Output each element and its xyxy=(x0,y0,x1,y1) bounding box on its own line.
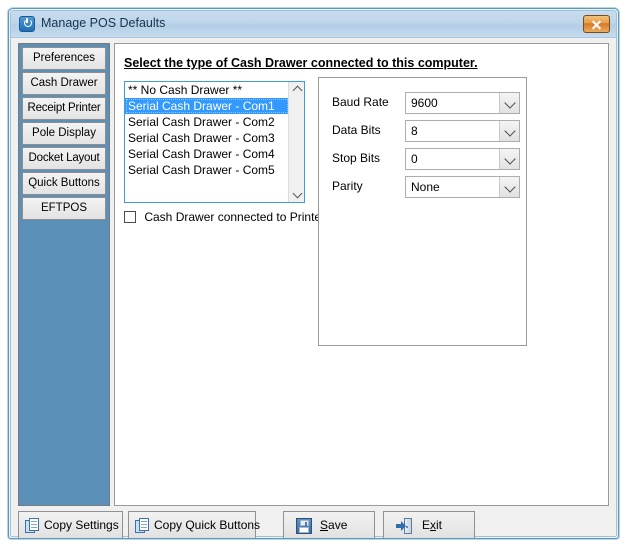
printer-checkbox-row[interactable]: Cash Drawer connected to Printer xyxy=(124,210,325,226)
sidebar-item-quick-buttons[interactable]: Quick Buttons xyxy=(22,172,106,195)
cash-drawer-list-items: ** No Cash Drawer ** Serial Cash Drawer … xyxy=(125,82,289,178)
stop-bits-select[interactable]: 0 xyxy=(405,148,520,170)
scroll-up-icon[interactable] xyxy=(289,82,304,98)
parity-select[interactable]: None xyxy=(405,176,520,198)
sidebar-item-eftpos[interactable]: EFTPOS xyxy=(22,197,106,220)
stop-bits-label: Stop Bits xyxy=(332,151,381,165)
data-bits-value: 8 xyxy=(411,124,418,138)
manage-pos-defaults-window: Manage POS Defaults Preferences Cash Dra… xyxy=(8,8,619,539)
sidebar-item-receipt-printer[interactable]: Receipt Printer xyxy=(22,97,106,120)
page-title: Select the type of Cash Drawer connected… xyxy=(124,56,478,70)
sidebar-item-pole-display[interactable]: Pole Display xyxy=(22,122,106,145)
exit-label: Exit xyxy=(422,518,442,532)
copy-icon xyxy=(25,518,41,534)
baud-rate-label: Baud Rate xyxy=(332,95,389,109)
exit-door-icon xyxy=(396,518,412,534)
copy-quick-buttons-label: Copy Quick Buttons xyxy=(154,518,261,532)
baud-rate-select[interactable]: 9600 xyxy=(405,92,520,114)
sidebar-item-cash-drawer[interactable]: Cash Drawer xyxy=(22,72,106,95)
serial-settings-panel: Baud Rate 9600 Data Bits 8 Stop Bits 0 P… xyxy=(318,77,527,346)
copy-settings-button[interactable]: Copy Settings xyxy=(18,511,123,538)
chevron-down-icon[interactable] xyxy=(499,93,519,113)
content-pane: Select the type of Cash Drawer connected… xyxy=(114,43,609,506)
save-button[interactable]: Save xyxy=(283,511,375,538)
list-item[interactable]: Serial Cash Drawer - Com1 xyxy=(125,98,289,114)
chevron-down-icon[interactable] xyxy=(499,149,519,169)
list-item[interactable]: Serial Cash Drawer - Com2 xyxy=(125,114,289,130)
list-item[interactable]: ** No Cash Drawer ** xyxy=(125,82,289,98)
list-item[interactable]: Serial Cash Drawer - Com3 xyxy=(125,130,289,146)
window-client-area: Preferences Cash Drawer Receipt Printer … xyxy=(11,38,616,538)
power-icon xyxy=(19,16,35,32)
scroll-down-icon[interactable] xyxy=(289,186,304,202)
chevron-down-icon[interactable] xyxy=(499,121,519,141)
parity-label: Parity xyxy=(332,179,363,193)
exit-button[interactable]: Exit xyxy=(383,511,475,538)
baud-rate-value: 9600 xyxy=(411,96,438,110)
parity-value: None xyxy=(411,180,440,194)
list-item[interactable]: Serial Cash Drawer - Com5 xyxy=(125,162,289,178)
copy-quick-buttons-button[interactable]: Copy Quick Buttons xyxy=(128,511,260,538)
cash-drawer-connected-label: Cash Drawer connected to Printer xyxy=(144,210,326,224)
copy-icon xyxy=(135,518,151,534)
save-label: Save xyxy=(320,518,347,532)
floppy-disk-icon xyxy=(296,518,312,534)
title-bar: Manage POS Defaults xyxy=(11,11,616,38)
stop-bits-value: 0 xyxy=(411,152,418,166)
chevron-down-icon[interactable] xyxy=(499,177,519,197)
data-bits-select[interactable]: 8 xyxy=(405,120,520,142)
bottom-button-bar: Copy Settings Copy Quick Buttons Save Ex… xyxy=(18,511,609,538)
copy-settings-label: Copy Settings xyxy=(44,518,119,532)
data-bits-label: Data Bits xyxy=(332,123,381,137)
exit-suffix: it xyxy=(436,518,443,532)
window-title: Manage POS Defaults xyxy=(41,16,166,30)
save-mnemonic: S xyxy=(320,518,329,532)
cash-drawer-listbox[interactable]: ** No Cash Drawer ** Serial Cash Drawer … xyxy=(124,81,305,203)
save-suffix: ave xyxy=(328,518,348,532)
window-inner-frame: Manage POS Defaults Preferences Cash Dra… xyxy=(10,10,617,538)
sidebar-tab-strip: Preferences Cash Drawer Receipt Printer … xyxy=(18,43,110,506)
listbox-scrollbar[interactable] xyxy=(288,82,304,202)
sidebar-item-preferences[interactable]: Preferences xyxy=(22,47,106,70)
sidebar-item-docket-layout[interactable]: Docket Layout xyxy=(22,147,106,170)
cash-drawer-connected-checkbox[interactable] xyxy=(124,211,136,223)
close-button[interactable] xyxy=(583,15,610,33)
exit-prefix: E xyxy=(422,518,431,532)
list-item[interactable]: Serial Cash Drawer - Com4 xyxy=(125,146,289,162)
